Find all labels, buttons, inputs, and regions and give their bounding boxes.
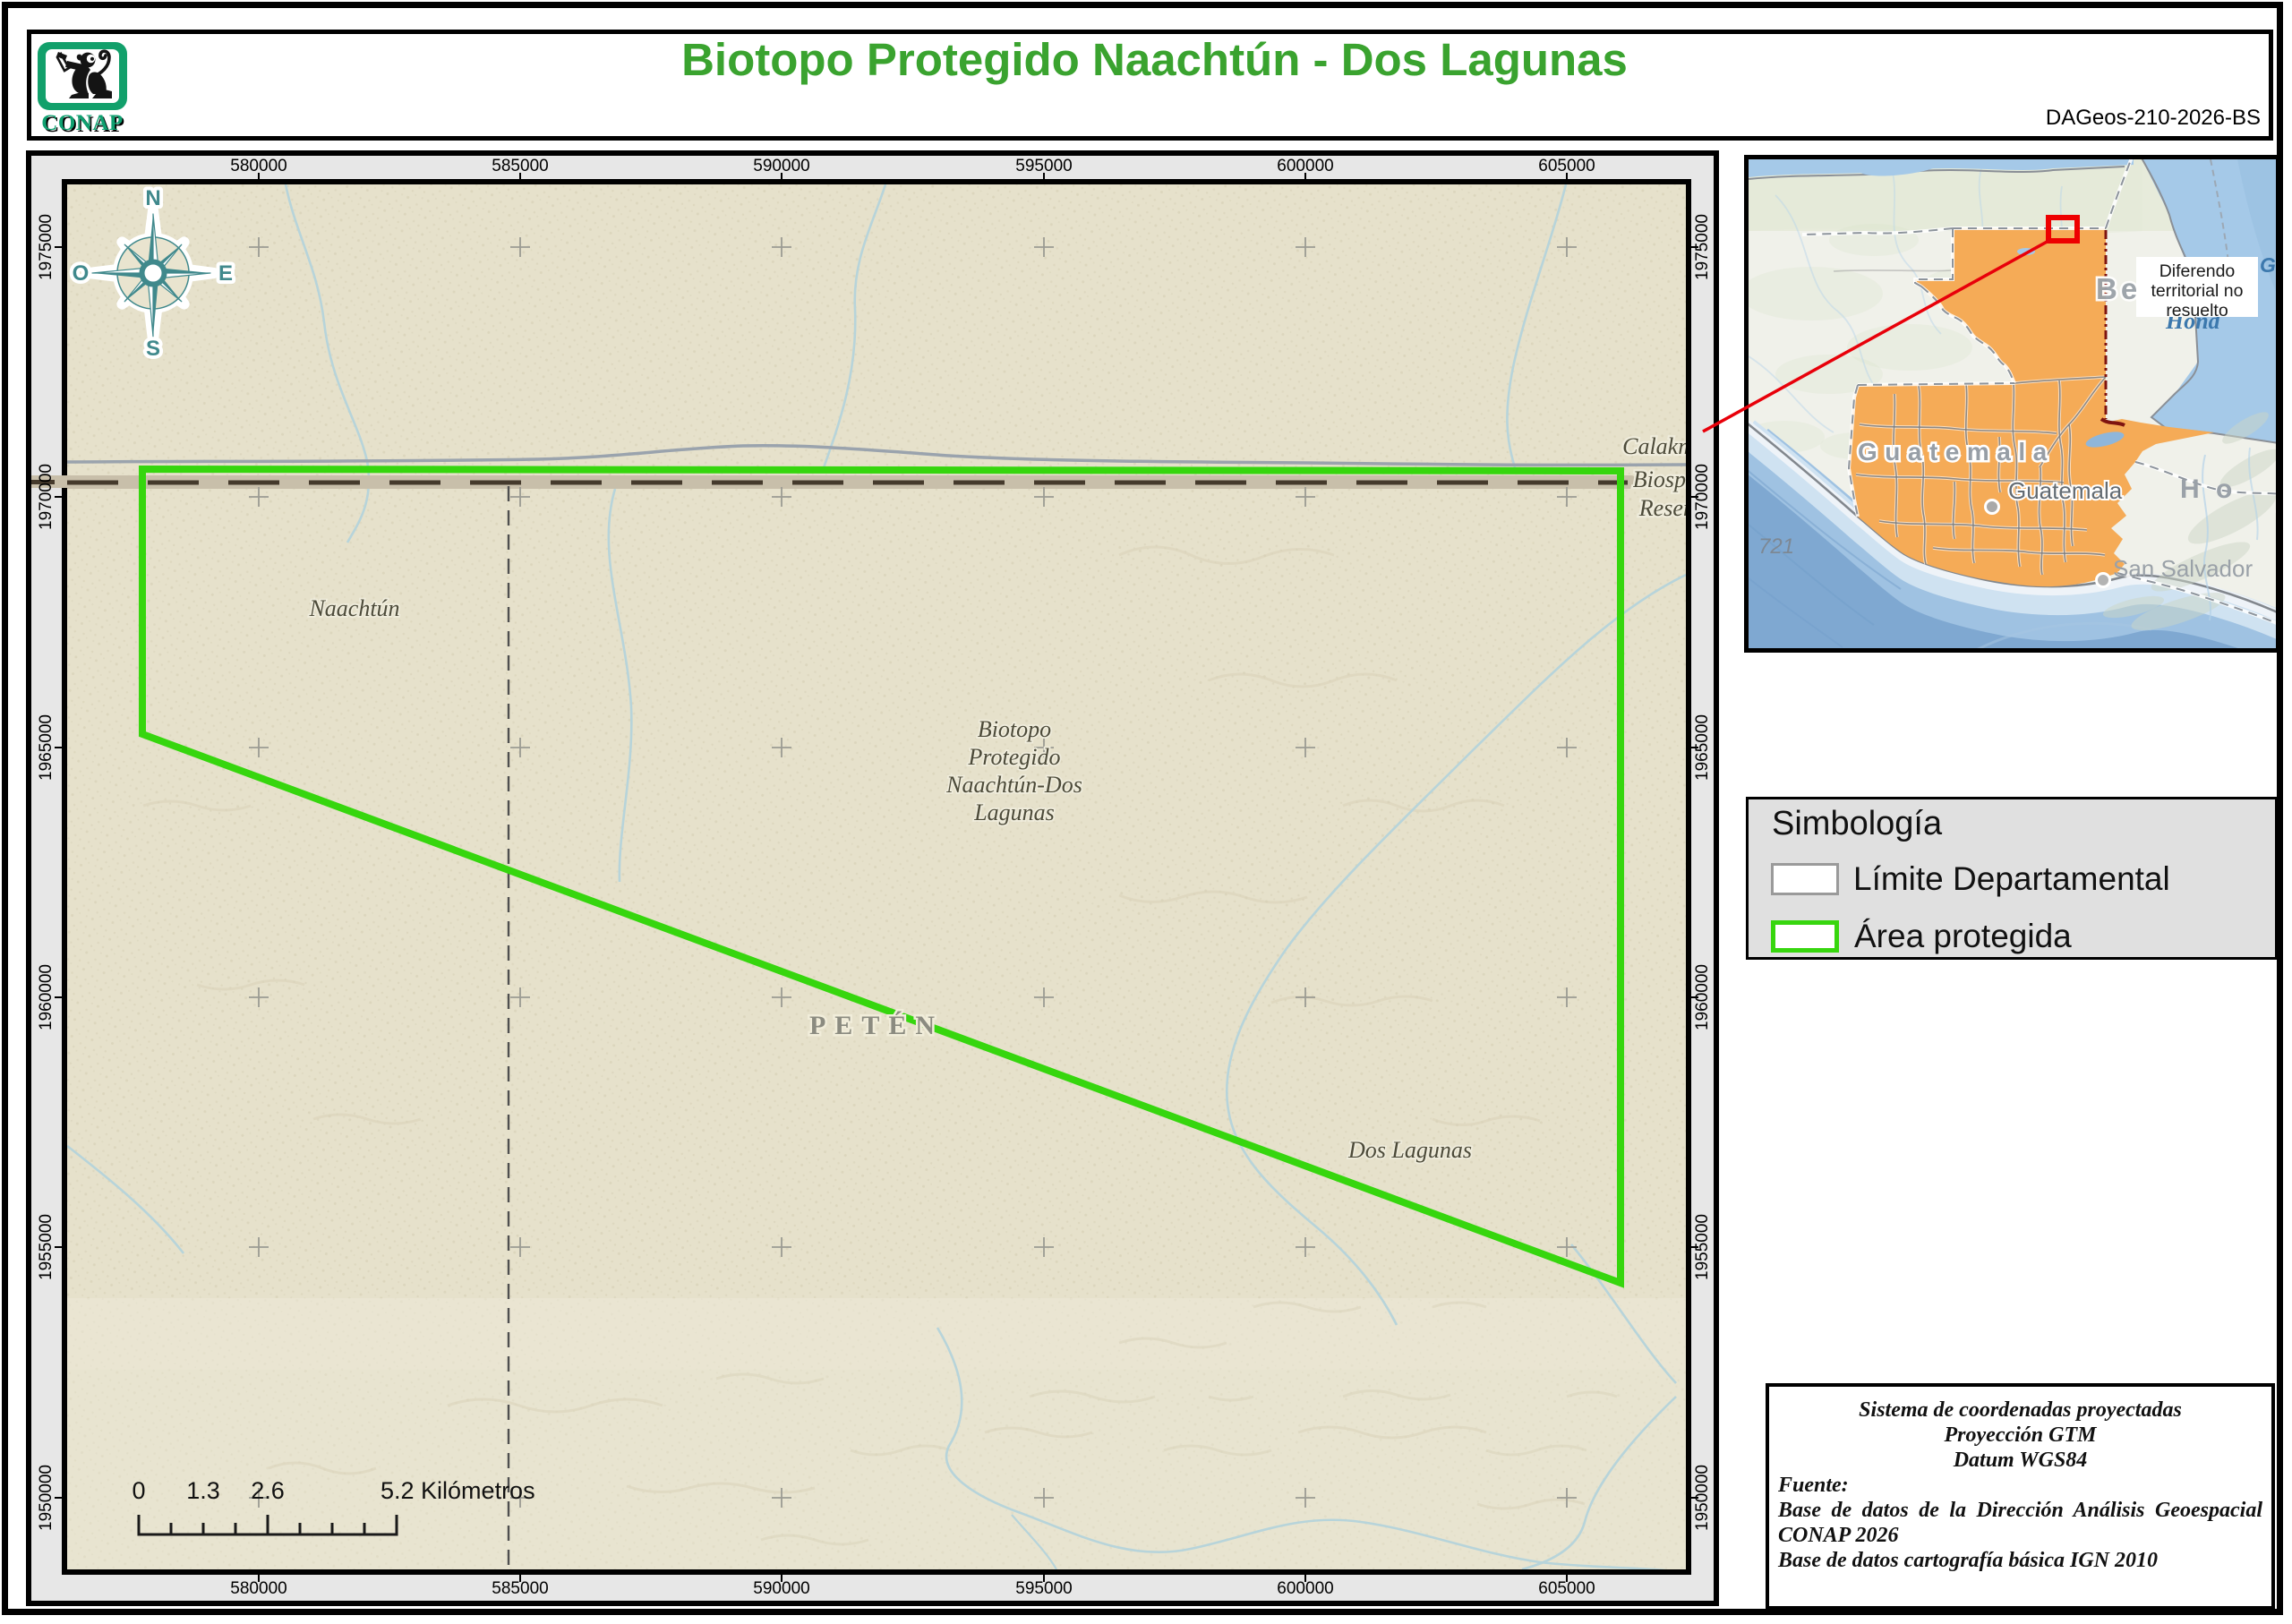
svg-text:PETÉN: PETÉN xyxy=(809,1011,944,1040)
svg-text:San Salvador: San Salvador xyxy=(2113,555,2253,582)
svg-text:Lagunas: Lagunas xyxy=(973,799,1055,825)
svg-text:Biotopo: Biotopo xyxy=(978,716,1051,742)
svg-text:resuelto: resuelto xyxy=(2166,301,2228,321)
svg-text:Guatemala: Guatemala xyxy=(2008,477,2123,504)
svg-text:Reser: Reser xyxy=(1638,495,1686,521)
svg-text:Naachtún-Dos: Naachtún-Dos xyxy=(945,772,1082,798)
svg-text:d: d xyxy=(2277,286,2280,305)
svg-text:721: 721 xyxy=(1758,534,1794,559)
svg-text:H o: H o xyxy=(2180,474,2236,504)
svg-text:Biosph: Biosph xyxy=(1633,466,1686,492)
svg-text:Be: Be xyxy=(2096,272,2141,305)
svg-text:Guatemala: Guatemala xyxy=(1858,438,2055,466)
svg-text:2.6: 2.6 xyxy=(251,1477,285,1504)
svg-text:territorial no: territorial no xyxy=(2151,281,2244,301)
svg-text:E: E xyxy=(218,261,233,286)
svg-text:S: S xyxy=(146,337,160,361)
svg-text:5.2 Kilómetros: 5.2 Kilómetros xyxy=(381,1477,535,1504)
svg-text:Naachtún: Naachtún xyxy=(308,595,399,621)
svg-text:1.3: 1.3 xyxy=(186,1477,220,1504)
svg-text:Protegido: Protegido xyxy=(967,744,1060,770)
svg-text:Calakm: Calakm xyxy=(1622,433,1686,459)
svg-text:Gu: Gu xyxy=(2260,253,2280,277)
svg-text:0: 0 xyxy=(132,1477,145,1504)
svg-text:O: O xyxy=(73,261,90,286)
svg-text:Dos Lagunas: Dos Lagunas xyxy=(1347,1137,1472,1163)
svg-text:CONAP: CONAP xyxy=(41,111,123,135)
svg-text:N: N xyxy=(145,186,160,210)
svg-text:Diferendo: Diferendo xyxy=(2159,261,2236,281)
